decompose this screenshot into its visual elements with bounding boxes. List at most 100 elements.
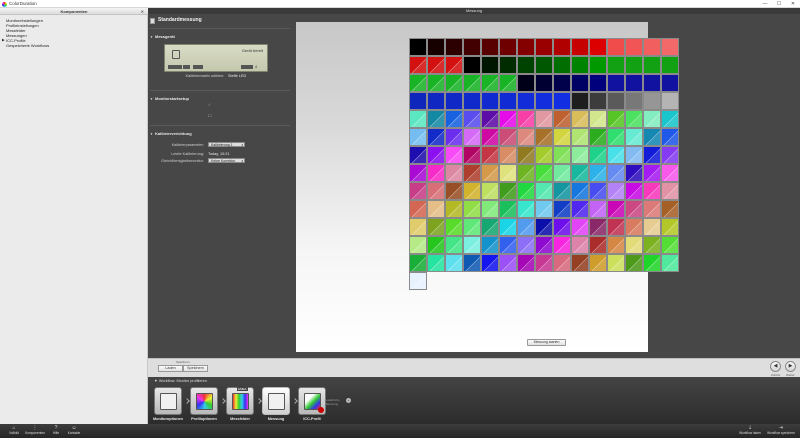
section-label: Messgerät [154, 34, 175, 39]
color-patch [409, 128, 427, 146]
color-patch [463, 182, 481, 200]
device-count: 4 [255, 65, 257, 69]
color-patch [499, 146, 517, 164]
color-patch [643, 182, 661, 200]
section-kalibrierung[interactable]: ▼ Kalibrierverichtung [150, 131, 192, 136]
color-patch [535, 56, 553, 74]
workflow-step-label: Messung [267, 417, 285, 421]
workflow-step-monitor[interactable] [154, 387, 182, 415]
color-patch [499, 182, 517, 200]
workflow-step-measure[interactable] [262, 387, 290, 415]
components-title: Komponenten [60, 9, 88, 14]
color-patch [535, 74, 553, 92]
last-calib-value: Today, 10:21 [208, 152, 230, 156]
color-patch [481, 146, 499, 164]
close-button[interactable]: ✕ [786, 0, 800, 8]
uniformity-dropdown[interactable]: Keine Korrektur ▾ [208, 158, 245, 163]
color-patch [517, 128, 535, 146]
color-patch [427, 200, 445, 218]
color-patch [427, 74, 445, 92]
color-patch [427, 38, 445, 56]
checkbox-icon[interactable]: ☐ [208, 113, 212, 118]
color-patch [661, 128, 679, 146]
expand-arrow-icon: ▶ [2, 38, 5, 42]
calib-matrix-value[interactable]: Steffe LED [228, 74, 246, 78]
components-button[interactable]: ⋮ Komponenten [24, 425, 46, 435]
fullscreen-label: Vollbild [8, 431, 20, 435]
workflow-step-label: ICC-Profil [303, 417, 321, 421]
save-workflow-label: Workflow speichern [767, 431, 795, 435]
workflow-title: ▼ Workflow: Monitor profilieren [154, 379, 207, 383]
color-patch [535, 110, 553, 128]
step-badge: EMEA [237, 387, 248, 391]
list-item[interactable]: Gespeicherte Workflows [6, 43, 49, 48]
workflow-strip: ▼ Workflow: Monitor profilieren Monitoro… [148, 377, 800, 424]
color-patch [481, 254, 499, 272]
arrow-right-icon [220, 398, 226, 404]
action-toolbar: Speichern Laden Speichern ◀ ▶ Zurück Wei… [148, 358, 800, 377]
color-patch [517, 146, 535, 164]
section-messgeraet[interactable]: ▼ Messgerät [150, 34, 175, 39]
add-icon[interactable]: + [346, 398, 351, 403]
color-patch [517, 218, 535, 236]
color-patch [517, 200, 535, 218]
maximize-button[interactable]: ☐ [772, 0, 786, 8]
color-patch [463, 200, 481, 218]
color-patch [643, 56, 661, 74]
save-workflow-button[interactable]: ⇥ Workflow speichern [764, 425, 798, 435]
workflow-step-patches[interactable]: EMEA [226, 387, 254, 415]
fullscreen-button[interactable]: ⌂ Vollbild [3, 425, 25, 435]
color-patch [553, 164, 571, 182]
color-patch [625, 146, 643, 164]
back-button[interactable]: ◀ [770, 361, 781, 372]
color-patch [607, 218, 625, 236]
load-workflow-button[interactable]: ⇣ Workflow laden [736, 425, 764, 435]
calib-param-dropdown[interactable]: Kalibrierung 1 ▾ [208, 142, 245, 147]
monitor-icon [160, 393, 177, 410]
color-patch [409, 74, 427, 92]
color-patch [517, 92, 535, 110]
checkbox-icon[interactable]: ✓ [208, 102, 211, 107]
list-item-label: Gespeicherte Workflows [6, 43, 50, 48]
color-patch [481, 38, 499, 56]
color-patch [481, 164, 499, 182]
color-patch [607, 128, 625, 146]
color-patch [481, 200, 499, 218]
color-patch [571, 56, 589, 74]
color-patch [445, 254, 463, 272]
start-measurement-button[interactable]: Messung starten [527, 339, 566, 346]
color-patch [445, 164, 463, 182]
app-icon [2, 1, 7, 7]
color-patch [445, 236, 463, 254]
contacts-button[interactable]: ☺ Kontakte [64, 425, 84, 435]
last-calib-label: Letzte Kalibrierung: [171, 152, 204, 156]
color-patch [553, 74, 571, 92]
color-patch [517, 164, 535, 182]
color-patch [445, 218, 463, 236]
color-patch [517, 236, 535, 254]
color-patch [427, 236, 445, 254]
color-patch [463, 74, 481, 92]
close-panel-icon[interactable]: ✕ [141, 8, 144, 15]
save-button[interactable]: Speichern [183, 365, 208, 372]
minimize-button[interactable]: — [758, 0, 772, 8]
help-button[interactable]: ? Hilfe [47, 425, 65, 435]
next-button[interactable]: ▶ [785, 361, 796, 372]
color-patch [481, 74, 499, 92]
color-patch [643, 92, 661, 110]
color-patch [445, 110, 463, 128]
divider [150, 90, 290, 91]
color-patch [409, 164, 427, 182]
color-patch [517, 74, 535, 92]
color-patch [463, 128, 481, 146]
color-patch [481, 128, 499, 146]
device-icon [172, 50, 180, 59]
patches-icon [232, 393, 249, 410]
color-patch [607, 38, 625, 56]
load-button[interactable]: Laden [158, 365, 183, 372]
workflow-step-profile[interactable] [190, 387, 218, 415]
section-monitorsetup[interactable]: ▼ Monitorstartsetup [150, 96, 189, 101]
triangle-down-icon: ▼ [150, 35, 153, 39]
color-patch [517, 110, 535, 128]
color-patch [409, 146, 427, 164]
